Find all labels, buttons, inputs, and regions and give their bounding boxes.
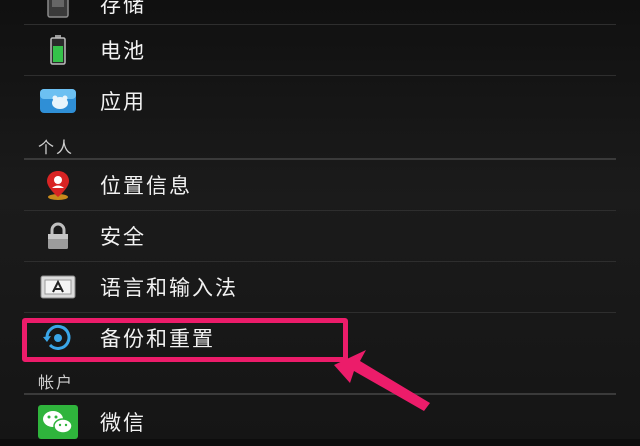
- storage-icon: [38, 0, 78, 22]
- settings-item-storage[interactable]: 存储: [24, 0, 616, 22]
- settings-item-label: 微信: [100, 411, 146, 435]
- section-divider: [24, 158, 616, 160]
- section-header-personal: 个人: [38, 138, 75, 157]
- settings-item-security[interactable]: 安全: [24, 212, 616, 260]
- apps-icon: [38, 83, 78, 119]
- settings-item-apps[interactable]: 应用: [24, 77, 616, 125]
- divider: [24, 261, 616, 262]
- divider: [24, 24, 616, 25]
- settings-item-label: 语言和输入法: [100, 276, 238, 300]
- settings-item-label: 电池: [100, 39, 146, 63]
- settings-item-label: 应用: [100, 90, 146, 114]
- annotation-arrow-icon: [334, 350, 430, 411]
- divider: [24, 210, 616, 211]
- settings-item-language-input[interactable]: 语言和输入法: [24, 263, 616, 311]
- settings-screen: 存储 电池 应用 个人 位置信息 安全 语言和输入法 备份和重置 帐户 微信: [0, 0, 640, 439]
- location-icon: [38, 167, 78, 203]
- highlight-box: [22, 318, 348, 362]
- settings-item-label: 安全: [100, 225, 146, 249]
- settings-item-label: 存储: [100, 0, 146, 17]
- keyboard-icon: [38, 269, 78, 305]
- battery-icon: [38, 32, 78, 68]
- settings-item-label: 位置信息: [100, 174, 192, 198]
- wechat-icon: [38, 404, 78, 440]
- settings-item-battery[interactable]: 电池: [24, 26, 616, 74]
- settings-item-location[interactable]: 位置信息: [24, 161, 616, 209]
- divider: [24, 312, 616, 313]
- section-header-accounts: 帐户: [38, 373, 75, 392]
- lock-icon: [38, 218, 78, 254]
- divider: [24, 75, 616, 76]
